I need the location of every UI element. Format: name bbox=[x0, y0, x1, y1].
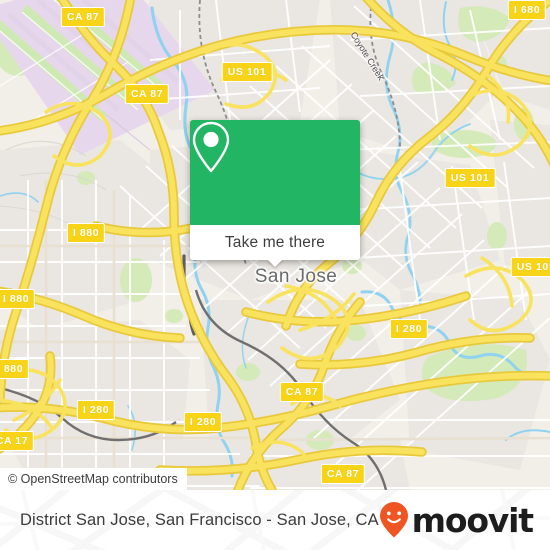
highway-shield[interactable]: CA 17 bbox=[0, 431, 35, 451]
highway-shield[interactable]: CA 87 bbox=[60, 7, 106, 27]
highway-shield[interactable]: US 101 bbox=[510, 257, 550, 277]
location-popup[interactable]: Take me there bbox=[190, 120, 360, 267]
osm-attribution[interactable]: © OpenStreetMap contributors bbox=[0, 468, 187, 490]
map-screenshot: San Jose Coyote Creek CA 87 CA 87 US 101… bbox=[0, 0, 550, 550]
moovit-smiley-pin-icon bbox=[379, 502, 408, 538]
moovit-wordmark: moovit bbox=[411, 500, 534, 540]
take-me-there-label: Take me there bbox=[224, 233, 326, 251]
take-me-there-button[interactable]: Take me there bbox=[190, 225, 360, 267]
highway-shield[interactable]: I 280 bbox=[389, 319, 429, 339]
popup-header bbox=[190, 120, 360, 225]
map-pin-icon bbox=[192, 121, 230, 173]
highway-shield[interactable]: I 880 bbox=[66, 223, 106, 243]
page-title: District San Jose, San Francisco - San J… bbox=[20, 510, 379, 529]
highway-shield[interactable]: I 880 bbox=[0, 289, 36, 309]
footer-bar: District San Jose, San Francisco - San J… bbox=[0, 490, 550, 550]
highway-shield[interactable]: CA 87 bbox=[279, 382, 325, 402]
popup-pointer bbox=[267, 259, 283, 267]
highway-shield[interactable]: CA 87 bbox=[320, 464, 366, 484]
moovit-logo[interactable]: moovit bbox=[379, 500, 534, 540]
highway-shield[interactable]: US 101 bbox=[221, 62, 273, 82]
highway-shield[interactable]: US 101 bbox=[444, 168, 496, 188]
place-label-san-jose: San Jose bbox=[254, 266, 338, 287]
highway-shield[interactable]: I 680 bbox=[507, 0, 547, 20]
highway-shield[interactable]: CA 87 bbox=[124, 84, 170, 104]
highway-shield[interactable]: I 280 bbox=[76, 400, 116, 420]
map-canvas[interactable]: San Jose Coyote Creek CA 87 CA 87 US 101… bbox=[0, 0, 550, 490]
highway-shield[interactable]: I 280 bbox=[183, 412, 223, 432]
highway-shield[interactable]: I 880 bbox=[0, 359, 30, 379]
